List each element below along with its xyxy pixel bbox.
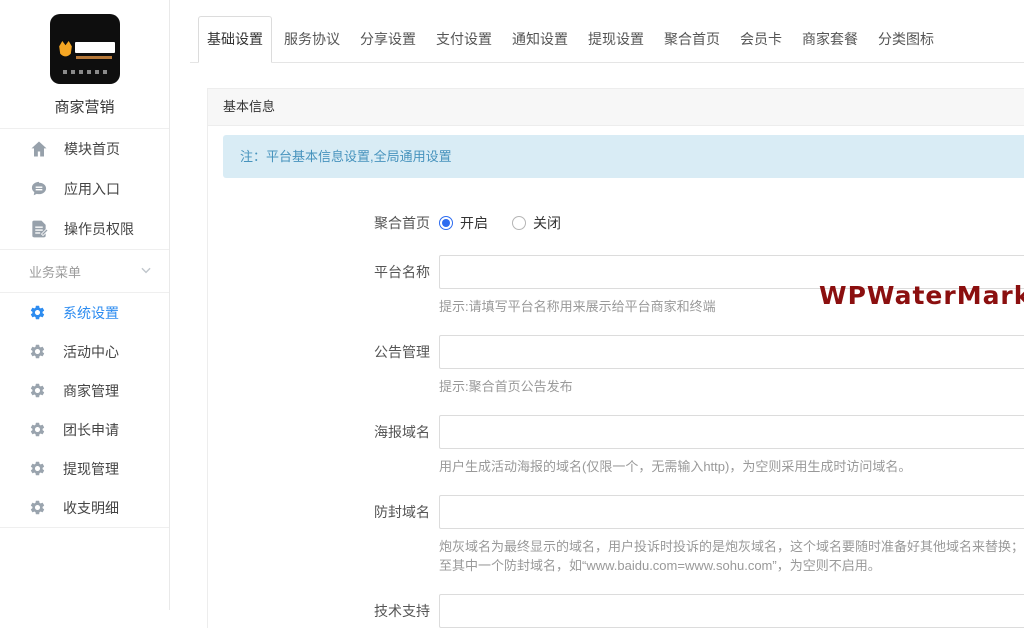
tab-merchant-package[interactable]: 商家套餐 xyxy=(794,17,866,62)
sidebar-item-label: 活动中心 xyxy=(63,342,119,362)
tab-share-settings[interactable]: 分享设置 xyxy=(352,17,424,62)
field-hint-line2: 至其中一个防封域名，如“www.baidu.com=www.sohu.com”，… xyxy=(439,556,1024,575)
home-icon xyxy=(29,139,49,159)
info-note: 注：平台基本信息设置,全局通用设置 xyxy=(223,135,1024,178)
settings-form: 聚合首页 开启 关闭 平台名称 提示:请填写平台名称用来展示给平台商家和终端 xyxy=(208,178,1024,628)
gear-icon xyxy=(29,304,46,321)
gear-icon xyxy=(29,460,46,477)
sidebar-section-label: 业务菜单 xyxy=(29,262,81,281)
sidebar-item-label: 团长申请 xyxy=(63,420,119,440)
form-row-announcement: 公告管理 提示:聚合首页公告发布 xyxy=(208,335,1024,396)
field-label: 防封域名 xyxy=(208,495,430,575)
tab-notification-settings[interactable]: 通知设置 xyxy=(504,17,576,62)
anti-block-domain-input[interactable] xyxy=(439,495,1024,529)
radio-off-label[interactable]: 关闭 xyxy=(533,213,561,233)
field-label: 海报域名 xyxy=(208,415,430,476)
sidebar-item-app-entry[interactable]: 应用入口 xyxy=(0,169,169,209)
field-hint: 用户生成活动海报的域名(仅限一个，无需输入http)，为空则采用生成时访问域名。 xyxy=(439,457,1024,476)
chat-icon xyxy=(29,179,49,199)
poster-domain-input[interactable] xyxy=(439,415,1024,449)
form-row-poster-domain: 海报域名 用户生成活动海报的域名(仅限一个，无需输入http)，为空则采用生成时… xyxy=(208,415,1024,476)
field-hint: 提示:聚合首页公告发布 xyxy=(439,377,1024,396)
radio-on[interactable] xyxy=(439,216,453,230)
sidebar-item-label: 应用入口 xyxy=(64,179,120,199)
basic-info-panel: 基本信息 注：平台基本信息设置,全局通用设置 聚合首页 开启 关闭 平台名称 xyxy=(207,88,1024,628)
sidebar-item-label: 模块首页 xyxy=(64,139,120,159)
announcement-input[interactable] xyxy=(439,335,1024,369)
sidebar-item-label: 操作员权限 xyxy=(64,219,134,239)
tab-payment-settings[interactable]: 支付设置 xyxy=(428,17,500,62)
logo-tagline xyxy=(63,70,108,74)
field-hint-line1: 炮灰域名为最终显示的域名，用户投诉时投诉的是炮灰域名，这个域名要随时准备好其他域… xyxy=(439,537,1024,556)
field-label: 聚合首页 xyxy=(208,208,430,238)
app-title: 商家营销 xyxy=(0,96,169,114)
sidebar-item-income-expense-details[interactable]: 收支明细 xyxy=(0,488,169,527)
tab-category-icons[interactable]: 分类图标 xyxy=(870,17,942,62)
sidebar-item-module-home[interactable]: 模块首页 xyxy=(0,129,169,169)
settings-tab-bar: 基础设置 服务协议 分享设置 支付设置 通知设置 提现设置 聚合首页 会员卡 商… xyxy=(190,17,1024,63)
sidebar-item-operator-permissions[interactable]: 操作员权限 xyxy=(0,209,169,249)
sidebar-item-label: 系统设置 xyxy=(63,303,119,323)
sidebar-item-label: 提现管理 xyxy=(63,459,119,479)
tab-member-card[interactable]: 会员卡 xyxy=(732,17,790,62)
gear-icon xyxy=(29,343,46,360)
logo-subtext xyxy=(76,56,112,59)
sidebar-item-system-settings[interactable]: 系统设置 xyxy=(0,293,169,332)
field-label: 技术支持 xyxy=(208,594,430,628)
sidebar-item-merchant-management[interactable]: 商家管理 xyxy=(0,371,169,410)
form-row-tech-support: 技术支持 xyxy=(208,594,1024,628)
tab-service-agreement[interactable]: 服务协议 xyxy=(276,17,348,62)
watermark-text: WPWaterMark xyxy=(819,281,1024,310)
form-row-anti-block-domain: 防封域名 炮灰域名为最终显示的域名，用户投诉时投诉的是炮灰域名，这个域名要随时准… xyxy=(208,495,1024,575)
form-row-aggregate-home: 聚合首页 开启 关闭 xyxy=(208,208,1024,238)
logo-text-bar xyxy=(75,42,115,53)
radio-off[interactable] xyxy=(512,216,526,230)
tab-withdrawal-settings[interactable]: 提现设置 xyxy=(580,17,652,62)
field-label: 平台名称 xyxy=(208,255,430,316)
gear-icon xyxy=(29,421,46,438)
fox-logo-icon xyxy=(57,40,74,64)
divider xyxy=(0,527,169,528)
sidebar-section-business-menu[interactable]: 业务菜单 xyxy=(0,250,169,292)
tech-support-input[interactable] xyxy=(439,594,1024,628)
field-label: 公告管理 xyxy=(208,335,430,396)
gear-icon xyxy=(29,382,46,399)
sidebar-item-label: 商家管理 xyxy=(63,381,119,401)
sidebar: 商家营销 模块首页 应用入口 操作员权限 业务菜单 系统设置 xyxy=(0,0,170,610)
panel-title: 基本信息 xyxy=(208,89,1024,126)
document-icon xyxy=(29,219,49,239)
app-logo xyxy=(50,14,120,84)
sidebar-item-withdrawal-management[interactable]: 提现管理 xyxy=(0,449,169,488)
sidebar-item-activity-center[interactable]: 活动中心 xyxy=(0,332,169,371)
chevron-down-icon xyxy=(139,263,153,280)
tab-aggregate-home[interactable]: 聚合首页 xyxy=(656,17,728,62)
radio-on-label[interactable]: 开启 xyxy=(460,213,488,233)
tab-basic-settings[interactable]: 基础设置 xyxy=(198,16,272,63)
sidebar-item-label: 收支明细 xyxy=(63,498,119,518)
sidebar-item-leader-application[interactable]: 团长申请 xyxy=(0,410,169,449)
gear-icon xyxy=(29,499,46,516)
